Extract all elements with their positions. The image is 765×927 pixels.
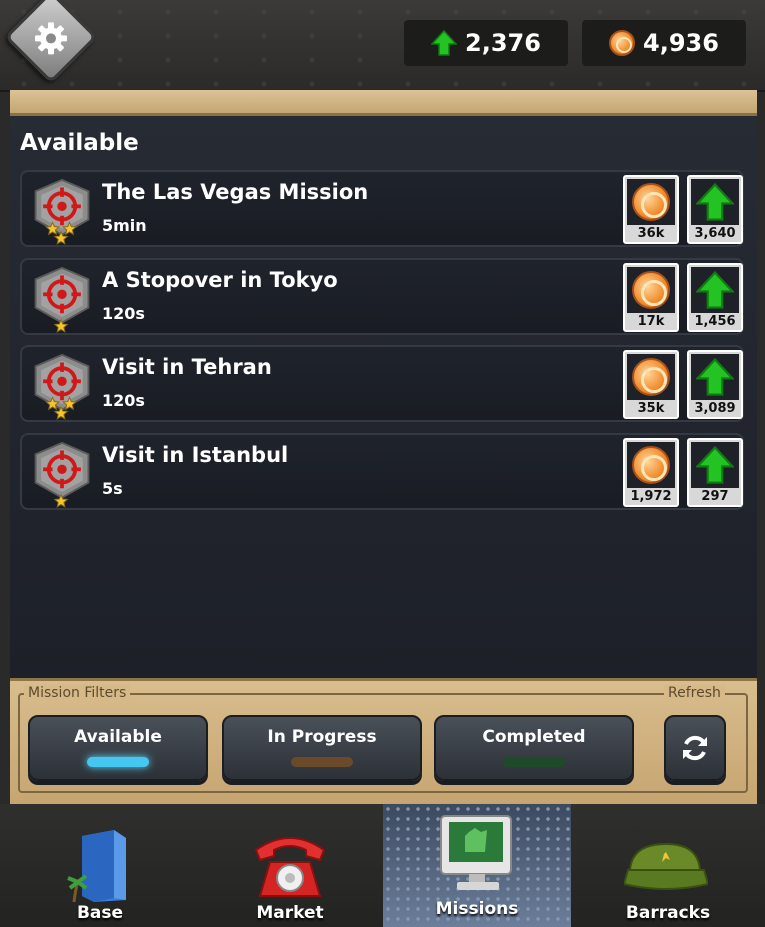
- section-title: Available: [20, 130, 139, 156]
- xp-reward: 3,089: [687, 350, 743, 419]
- nav-base-label: Base: [76, 903, 124, 923]
- nav-base[interactable]: Base: [20, 804, 180, 927]
- mission-title: Visit in Istanbul: [102, 443, 289, 467]
- mission-duration: 5min: [102, 216, 147, 235]
- computer-icon: [440, 815, 512, 890]
- filter-completed-button[interactable]: Completed: [434, 715, 634, 781]
- filters-title: Mission Filters: [24, 685, 131, 701]
- coin-reward: 17k: [623, 263, 679, 332]
- xp-reward-value: 3,640: [694, 226, 736, 241]
- xp-reward-tile: [691, 442, 739, 488]
- coin-reward-value: 36k: [637, 226, 665, 241]
- xp-value: 2,376: [465, 29, 541, 57]
- mission-duration: 120s: [102, 304, 145, 323]
- filter-completed-indicator: [503, 757, 565, 767]
- military-cap-icon: [624, 842, 708, 890]
- mission-target-badge-icon: [34, 353, 90, 420]
- mission-row[interactable]: Visit in Istanbul 5s 1,972 297: [20, 433, 744, 510]
- mission-row[interactable]: A Stopover in Tokyo 120s 17k 1,456: [20, 258, 744, 335]
- filter-in-progress-indicator: [291, 757, 353, 767]
- coin-icon: [632, 358, 670, 396]
- coin-icon: [632, 446, 670, 484]
- nav-missions[interactable]: Missions: [383, 804, 571, 927]
- refresh-icon: [683, 735, 707, 761]
- xp-arrow-icon: [696, 271, 734, 309]
- mission-filters-panel: Mission Filters Refresh Available In Pro…: [10, 678, 757, 804]
- building-icon: [67, 830, 126, 903]
- nav-barracks[interactable]: Barracks: [588, 804, 748, 927]
- coin-reward: 1,972: [623, 438, 679, 507]
- filter-available-button[interactable]: Available: [28, 715, 208, 781]
- coin-reward-tile: [627, 267, 675, 313]
- mission-duration: 120s: [102, 391, 145, 410]
- mission-duration: 5s: [102, 479, 123, 498]
- mission-target-badge-icon: [34, 266, 90, 333]
- coin-reward: 35k: [623, 350, 679, 419]
- xp-reward-value: 3,089: [694, 401, 736, 416]
- xp-reward-tile: [691, 179, 739, 225]
- top-bar: 2,376 4,936: [0, 0, 765, 92]
- xp-arrow-icon: [696, 183, 734, 221]
- xp-arrow-icon: [431, 30, 458, 56]
- nav-market-label: Market: [256, 903, 324, 923]
- mission-title: A Stopover in Tokyo: [102, 268, 338, 292]
- mission-row[interactable]: Visit in Tehran 120s 35k 3,089: [20, 345, 744, 422]
- filter-in-progress-label: In Progress: [267, 727, 377, 747]
- xp-reward: 297: [687, 438, 743, 507]
- refresh-title: Refresh: [664, 685, 725, 701]
- nav-barracks-label: Barracks: [625, 903, 711, 923]
- coin-reward: 36k: [623, 175, 679, 244]
- coin-reward-value: 17k: [637, 314, 665, 329]
- mission-title: The Las Vegas Mission: [102, 180, 369, 204]
- mission-title: Visit in Tehran: [102, 355, 272, 379]
- xp-reward-tile: [691, 354, 739, 400]
- xp-counter: 2,376: [404, 20, 568, 66]
- filter-available-label: Available: [74, 727, 162, 747]
- filter-completed-label: Completed: [482, 727, 586, 747]
- filter-in-progress-button[interactable]: In Progress: [222, 715, 422, 781]
- xp-arrow-icon: [696, 358, 734, 396]
- bottom-nav: Base Market Missions Barracks: [0, 804, 765, 927]
- xp-reward-value: 297: [701, 489, 729, 504]
- coin-value: 4,936: [643, 29, 719, 57]
- coin-icon: [609, 30, 636, 56]
- coin-reward-tile: [627, 179, 675, 225]
- refresh-button[interactable]: [664, 715, 726, 781]
- mission-target-badge-icon: [34, 178, 90, 245]
- mission-target-badge-icon: [34, 441, 90, 508]
- nav-market[interactable]: Market: [210, 804, 370, 927]
- coin-icon: [632, 183, 670, 221]
- nav-missions-label: Missions: [435, 899, 519, 919]
- xp-arrow-icon: [696, 446, 734, 484]
- coin-reward-value: 35k: [637, 401, 665, 416]
- coin-reward-tile: [627, 354, 675, 400]
- filter-available-indicator: [87, 757, 149, 767]
- xp-reward-tile: [691, 267, 739, 313]
- coin-icon: [632, 271, 670, 309]
- xp-reward-value: 1,456: [694, 314, 736, 329]
- gear-icon: [35, 22, 67, 55]
- panel-header-strip: [10, 90, 757, 116]
- coin-reward-value: 1,972: [630, 489, 672, 504]
- xp-reward: 3,640: [687, 175, 743, 244]
- telephone-icon: [254, 837, 326, 897]
- coin-reward-tile: [627, 442, 675, 488]
- mission-row[interactable]: The Las Vegas Mission 5min 36k 3,640: [20, 170, 744, 247]
- xp-reward: 1,456: [687, 263, 743, 332]
- coin-counter: 4,936: [582, 20, 746, 66]
